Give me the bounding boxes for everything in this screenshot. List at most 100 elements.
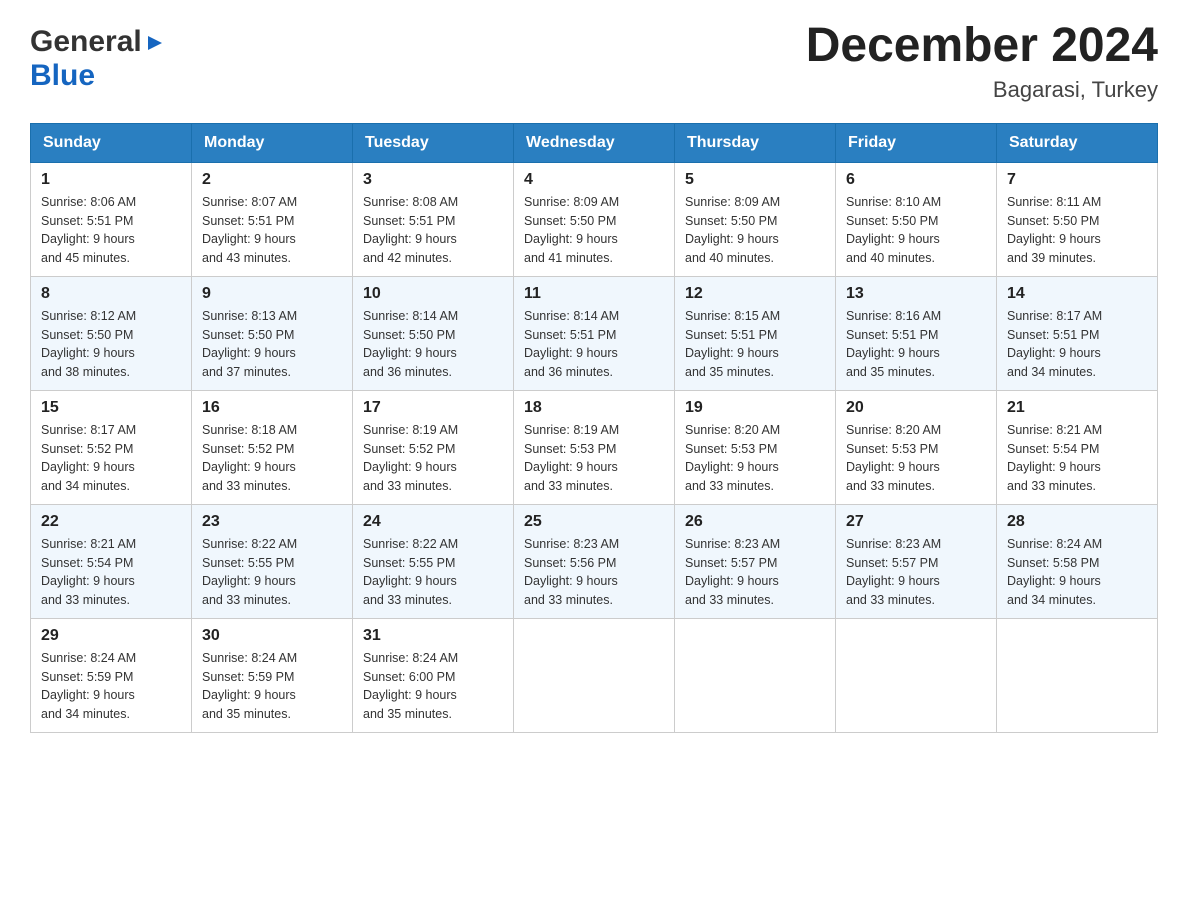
calendar-week-row: 8 Sunrise: 8:12 AMSunset: 5:50 PMDaylight…	[31, 276, 1158, 390]
calendar-cell: 2 Sunrise: 8:07 AMSunset: 5:51 PMDaylight…	[192, 162, 353, 276]
calendar-cell: 17Sunrise: 8:19 AMSunset: 5:52 PMDayligh…	[353, 390, 514, 504]
day-info: Sunrise: 8:22 AMSunset: 5:55 PMDaylight:…	[202, 535, 342, 610]
calendar-cell	[514, 618, 675, 732]
calendar-week-row: 22 Sunrise: 8:21 AMSunset: 5:54 PMDayligh…	[31, 504, 1158, 618]
logo-triangle-icon	[144, 32, 166, 54]
calendar-cell: 8 Sunrise: 8:12 AMSunset: 5:50 PMDaylight…	[31, 276, 192, 390]
day-number: 24	[363, 513, 503, 531]
day-info: Sunrise: 8:16 AMSunset: 5:51 PMDaylight:…	[846, 307, 986, 382]
day-number: 25	[524, 513, 664, 531]
day-info: Sunrise: 8:10 AMSunset: 5:50 PMDaylight:…	[846, 193, 986, 268]
calendar-cell: 25Sunrise: 8:23 AMSunset: 5:56 PMDayligh…	[514, 504, 675, 618]
calendar-cell: 22 Sunrise: 8:21 AMSunset: 5:54 PMDayligh…	[31, 504, 192, 618]
calendar-cell: 19 Sunrise: 8:20 AMSunset: 5:53 PMDayligh…	[675, 390, 836, 504]
day-number: 2	[202, 171, 342, 189]
day-info: Sunrise: 8:08 AMSunset: 5:51 PMDaylight:…	[363, 193, 503, 268]
column-header-sunday: Sunday	[31, 123, 192, 162]
calendar-cell: 6 Sunrise: 8:10 AMSunset: 5:50 PMDaylight…	[836, 162, 997, 276]
calendar-cell: 21 Sunrise: 8:21 AMSunset: 5:54 PMDayligh…	[997, 390, 1158, 504]
day-info: Sunrise: 8:24 AMSunset: 5:58 PMDaylight:…	[1007, 535, 1147, 610]
calendar-cell: 13 Sunrise: 8:16 AMSunset: 5:51 PMDayligh…	[836, 276, 997, 390]
day-number: 3	[363, 171, 503, 189]
calendar-cell: 31 Sunrise: 8:24 AMSunset: 6:00 PMDayligh…	[353, 618, 514, 732]
day-number: 13	[846, 285, 986, 303]
calendar-cell: 3 Sunrise: 8:08 AMSunset: 5:51 PMDaylight…	[353, 162, 514, 276]
day-number: 22	[41, 513, 181, 531]
logo: General Blue	[30, 20, 166, 93]
calendar-header-row: SundayMondayTuesdayWednesdayThursdayFrid…	[31, 123, 1158, 162]
column-header-friday: Friday	[836, 123, 997, 162]
day-number: 30	[202, 627, 342, 645]
day-info: Sunrise: 8:23 AMSunset: 5:57 PMDaylight:…	[685, 535, 825, 610]
calendar-week-row: 29 Sunrise: 8:24 AMSunset: 5:59 PMDayligh…	[31, 618, 1158, 732]
calendar-cell: 23Sunrise: 8:22 AMSunset: 5:55 PMDayligh…	[192, 504, 353, 618]
calendar-cell: 30 Sunrise: 8:24 AMSunset: 5:59 PMDayligh…	[192, 618, 353, 732]
calendar-cell	[675, 618, 836, 732]
calendar-cell: 15Sunrise: 8:17 AMSunset: 5:52 PMDayligh…	[31, 390, 192, 504]
day-number: 5	[685, 171, 825, 189]
column-header-thursday: Thursday	[675, 123, 836, 162]
day-info: Sunrise: 8:06 AMSunset: 5:51 PMDaylight:…	[41, 193, 181, 268]
day-info: Sunrise: 8:20 AMSunset: 5:53 PMDaylight:…	[846, 421, 986, 496]
day-info: Sunrise: 8:12 AMSunset: 5:50 PMDaylight:…	[41, 307, 181, 382]
logo-general: General	[30, 25, 142, 59]
day-number: 28	[1007, 513, 1147, 531]
logo-blue: Blue	[30, 59, 95, 92]
day-number: 9	[202, 285, 342, 303]
day-info: Sunrise: 8:17 AMSunset: 5:52 PMDaylight:…	[41, 421, 181, 496]
calendar-week-row: 1 Sunrise: 8:06 AMSunset: 5:51 PMDaylight…	[31, 162, 1158, 276]
calendar-cell: 11Sunrise: 8:14 AMSunset: 5:51 PMDayligh…	[514, 276, 675, 390]
column-header-monday: Monday	[192, 123, 353, 162]
calendar-cell	[997, 618, 1158, 732]
day-info: Sunrise: 8:21 AMSunset: 5:54 PMDaylight:…	[1007, 421, 1147, 496]
title-section: December 2024 Bagarasi, Turkey	[806, 20, 1158, 103]
day-info: Sunrise: 8:07 AMSunset: 5:51 PMDaylight:…	[202, 193, 342, 268]
calendar-cell: 28 Sunrise: 8:24 AMSunset: 5:58 PMDayligh…	[997, 504, 1158, 618]
calendar-cell: 14 Sunrise: 8:17 AMSunset: 5:51 PMDayligh…	[997, 276, 1158, 390]
day-info: Sunrise: 8:19 AMSunset: 5:53 PMDaylight:…	[524, 421, 664, 496]
day-info: Sunrise: 8:15 AMSunset: 5:51 PMDaylight:…	[685, 307, 825, 382]
page-title: December 2024	[806, 20, 1158, 73]
day-number: 16	[202, 399, 342, 417]
calendar-cell: 20Sunrise: 8:20 AMSunset: 5:53 PMDayligh…	[836, 390, 997, 504]
calendar-cell: 29Sunrise: 8:24 AMSunset: 5:59 PMDayligh…	[31, 618, 192, 732]
day-info: Sunrise: 8:09 AMSunset: 5:50 PMDaylight:…	[685, 193, 825, 268]
day-number: 29	[41, 627, 181, 645]
calendar-cell: 4Sunrise: 8:09 AMSunset: 5:50 PMDaylight…	[514, 162, 675, 276]
day-info: Sunrise: 8:24 AMSunset: 6:00 PMDaylight:…	[363, 649, 503, 724]
day-number: 6	[846, 171, 986, 189]
day-info: Sunrise: 8:14 AMSunset: 5:51 PMDaylight:…	[524, 307, 664, 382]
day-number: 27	[846, 513, 986, 531]
day-info: Sunrise: 8:18 AMSunset: 5:52 PMDaylight:…	[202, 421, 342, 496]
calendar-cell: 24 Sunrise: 8:22 AMSunset: 5:55 PMDayligh…	[353, 504, 514, 618]
calendar-cell: 27Sunrise: 8:23 AMSunset: 5:57 PMDayligh…	[836, 504, 997, 618]
day-number: 8	[41, 285, 181, 303]
day-number: 18	[524, 399, 664, 417]
day-info: Sunrise: 8:21 AMSunset: 5:54 PMDaylight:…	[41, 535, 181, 610]
day-info: Sunrise: 8:22 AMSunset: 5:55 PMDaylight:…	[363, 535, 503, 610]
day-number: 31	[363, 627, 503, 645]
day-info: Sunrise: 8:14 AMSunset: 5:50 PMDaylight:…	[363, 307, 503, 382]
day-info: Sunrise: 8:17 AMSunset: 5:51 PMDaylight:…	[1007, 307, 1147, 382]
calendar-cell: 9 Sunrise: 8:13 AMSunset: 5:50 PMDaylight…	[192, 276, 353, 390]
day-number: 19	[685, 399, 825, 417]
calendar-cell: 10Sunrise: 8:14 AMSunset: 5:50 PMDayligh…	[353, 276, 514, 390]
calendar-cell	[836, 618, 997, 732]
day-number: 7	[1007, 171, 1147, 189]
calendar-cell: 7Sunrise: 8:11 AMSunset: 5:50 PMDaylight…	[997, 162, 1158, 276]
calendar-cell: 18 Sunrise: 8:19 AMSunset: 5:53 PMDayligh…	[514, 390, 675, 504]
column-header-tuesday: Tuesday	[353, 123, 514, 162]
calendar-cell: 26 Sunrise: 8:23 AMSunset: 5:57 PMDayligh…	[675, 504, 836, 618]
day-number: 21	[1007, 399, 1147, 417]
day-number: 17	[363, 399, 503, 417]
day-number: 1	[41, 171, 181, 189]
day-number: 26	[685, 513, 825, 531]
calendar-cell: 12Sunrise: 8:15 AMSunset: 5:51 PMDayligh…	[675, 276, 836, 390]
day-info: Sunrise: 8:24 AMSunset: 5:59 PMDaylight:…	[202, 649, 342, 724]
day-number: 14	[1007, 285, 1147, 303]
day-info: Sunrise: 8:09 AMSunset: 5:50 PMDaylight:…	[524, 193, 664, 268]
day-info: Sunrise: 8:20 AMSunset: 5:53 PMDaylight:…	[685, 421, 825, 496]
page-header: General Blue December 2024 Bagarasi, Tur…	[30, 20, 1158, 103]
calendar-table: SundayMondayTuesdayWednesdayThursdayFrid…	[30, 123, 1158, 733]
day-info: Sunrise: 8:13 AMSunset: 5:50 PMDaylight:…	[202, 307, 342, 382]
